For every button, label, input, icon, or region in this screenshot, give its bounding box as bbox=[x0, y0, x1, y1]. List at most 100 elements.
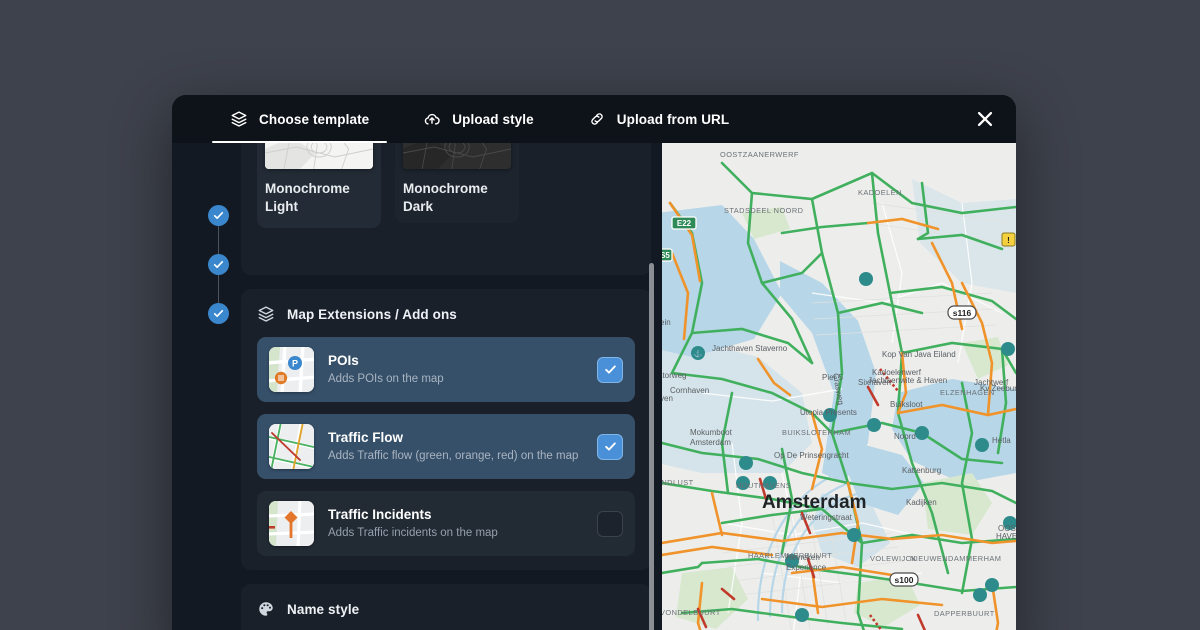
shield-s5: S5 bbox=[662, 248, 673, 262]
template-name: Monochrome Dark bbox=[403, 181, 488, 215]
traffic-flow-preview-icon bbox=[269, 424, 314, 469]
check-icon bbox=[213, 211, 223, 220]
shield-s116: s116 bbox=[947, 305, 977, 320]
tab-label: Choose template bbox=[259, 111, 370, 127]
template-thumbnail: Amsterdam bbox=[265, 143, 373, 169]
svg-text:ven: ven bbox=[662, 394, 673, 403]
svg-text:Kattenburg: Kattenburg bbox=[902, 466, 941, 475]
svg-text:P: P bbox=[292, 359, 298, 369]
screen-root: Choose template Upload style Upload from… bbox=[0, 0, 1200, 630]
map-preview-light-icon bbox=[265, 143, 373, 169]
svg-text:Mokumboot: Mokumboot bbox=[690, 428, 733, 437]
svg-text:Noord: Noord bbox=[894, 432, 916, 441]
cloud-upload-icon bbox=[423, 110, 441, 128]
step-2-complete[interactable] bbox=[207, 254, 229, 275]
template-card-monochrome-light[interactable]: Amsterdam Monochrome Light bbox=[257, 143, 381, 229]
addon-description: Adds POIs on the map bbox=[328, 372, 444, 385]
addon-text: Traffic Flow Adds Traffic flow (green, o… bbox=[328, 430, 583, 464]
svg-text:HAVE: HAVE bbox=[996, 532, 1016, 541]
name-style-card: Name style bbox=[241, 584, 651, 630]
tab-upload-style[interactable]: Upload style bbox=[421, 95, 535, 143]
step-connector bbox=[217, 226, 219, 254]
shield-e22: E22 bbox=[671, 216, 697, 230]
addon-checkbox-traffic-flow[interactable] bbox=[597, 433, 623, 460]
layers-icon bbox=[257, 305, 275, 323]
svg-text:Cornhaven: Cornhaven bbox=[670, 386, 709, 395]
svg-text:DAPPERBUURT: DAPPERBUURT bbox=[934, 609, 995, 618]
section-title: Map Extensions / Add ons bbox=[287, 306, 457, 322]
progress-stepper bbox=[196, 143, 240, 630]
city-label: Amsterdam bbox=[762, 492, 867, 513]
addon-checkbox-pois[interactable] bbox=[597, 356, 623, 383]
addon-row-pois[interactable]: P POIs Adds POIs on the map bbox=[257, 337, 635, 402]
svg-text:Utopia Presents: Utopia Presents bbox=[800, 408, 857, 417]
svg-text:Kop Van Java Eiland: Kop Van Java Eiland bbox=[882, 350, 956, 359]
addon-text: POIs Adds POIs on the map bbox=[328, 353, 583, 387]
traffic-incidents-preview-icon bbox=[269, 501, 314, 546]
svg-text:Buiksloot: Buiksloot bbox=[890, 400, 923, 409]
map-render: ⚓ E22 S5 s116 s100 ! OOSTZAANERWERF KADO… bbox=[662, 143, 1016, 630]
svg-text:Weteringstraat: Weteringstraat bbox=[800, 513, 853, 522]
traffic-flow-thumb-icon bbox=[269, 424, 314, 469]
svg-text:BUIKSLOTERHAM: BUIKSLOTERHAM bbox=[782, 428, 851, 437]
svg-text:VONDELBUURT: VONDELBUURT bbox=[662, 608, 721, 617]
map-extensions-header: Map Extensions / Add ons bbox=[257, 305, 635, 323]
svg-text:VOLEWIJCK: VOLEWIJCK bbox=[870, 554, 917, 563]
svg-text:HOUTHAVENS: HOUTHAVENS bbox=[736, 481, 791, 490]
shield-warning: ! bbox=[1001, 232, 1016, 247]
svg-text:Kadijken: Kadijken bbox=[906, 498, 937, 507]
svg-text:OOSTZAANERWERF: OOSTZAANERWERF bbox=[720, 150, 799, 159]
template-list: Amsterdam Monochrome Light bbox=[257, 143, 635, 229]
addon-checkbox-traffic-incidents[interactable] bbox=[597, 510, 623, 537]
svg-text:Jachtwerf: Jachtwerf bbox=[974, 378, 1009, 387]
map-extensions-card: Map Extensions / Add ons P POIs Adds POI… bbox=[241, 289, 651, 570]
check-icon bbox=[604, 442, 616, 451]
poi-thumb-icon: P bbox=[269, 347, 314, 392]
modal-tabbar: Choose template Upload style Upload from… bbox=[172, 95, 1016, 143]
close-button[interactable] bbox=[972, 106, 998, 132]
svg-text:Jachthaven Staverno: Jachthaven Staverno bbox=[712, 344, 788, 353]
settings-scroll-content: Amsterdam Monochrome Light bbox=[241, 143, 651, 630]
map-preview-dark-icon bbox=[403, 143, 511, 169]
step-connector bbox=[217, 275, 219, 303]
svg-text:s116: s116 bbox=[953, 308, 972, 318]
step-3-complete[interactable] bbox=[207, 303, 229, 324]
svg-text:STADSDEEL NOORD: STADSDEEL NOORD bbox=[724, 206, 803, 215]
panel-scrollbar[interactable] bbox=[649, 263, 654, 630]
layers-icon bbox=[230, 110, 248, 128]
svg-text:Amsterdam: Amsterdam bbox=[690, 438, 731, 447]
svg-text:S5: S5 bbox=[662, 251, 670, 260]
addon-description: Adds Traffic incidents on the map bbox=[328, 526, 498, 539]
modal-body: Amsterdam Monochrome Light bbox=[172, 143, 1016, 630]
close-icon bbox=[977, 111, 993, 127]
svg-text:KADOELEN: KADOELEN bbox=[858, 188, 902, 197]
svg-text:Experience: Experience bbox=[786, 563, 827, 572]
svg-text:Hetla: Hetla bbox=[992, 436, 1011, 445]
addon-title: Traffic Incidents bbox=[328, 506, 432, 522]
check-icon bbox=[213, 309, 223, 318]
tab-upload-from-url[interactable]: Upload from URL bbox=[586, 95, 732, 143]
svg-text:Op De Prinsengracht: Op De Prinsengracht bbox=[774, 451, 849, 460]
addon-row-traffic-flow[interactable]: Traffic Flow Adds Traffic flow (green, o… bbox=[257, 414, 635, 479]
svg-text:s100: s100 bbox=[895, 575, 914, 585]
name-style-header: Name style bbox=[257, 600, 635, 618]
addon-description: Adds Traffic flow (green, orange, red) o… bbox=[328, 449, 579, 462]
poi-preview-icon: P bbox=[269, 347, 314, 392]
svg-text:NIEUWENDAMMERHAM: NIEUWENDAMMERHAM bbox=[910, 554, 1001, 563]
addon-row-traffic-incidents[interactable]: Traffic Incidents Adds Traffic incidents… bbox=[257, 491, 635, 556]
svg-text:⚓: ⚓ bbox=[694, 349, 703, 358]
addon-title: POIs bbox=[328, 352, 359, 368]
svg-text:Jachtsenwite & Haven: Jachtsenwite & Haven bbox=[868, 376, 947, 385]
svg-text:Heineken: Heineken bbox=[786, 553, 820, 562]
map-preview[interactable]: ⚓ E22 S5 s116 s100 ! OOSTZAANERWERF KADO… bbox=[662, 143, 1016, 630]
template-card-monochrome-dark[interactable]: Amsterdam Monochrome Dark bbox=[395, 143, 519, 223]
template-gallery-card: Amsterdam Monochrome Light bbox=[241, 143, 651, 275]
step-1-complete[interactable] bbox=[207, 205, 229, 226]
template-thumbnail: Amsterdam bbox=[403, 143, 511, 169]
template-name: Monochrome Light bbox=[265, 181, 350, 215]
svg-text:atorweg: atorweg bbox=[662, 371, 686, 380]
map-canvas[interactable]: ⚓ E22 S5 s116 s100 ! OOSTZAANERWERF KADO… bbox=[662, 143, 1016, 630]
tab-choose-template[interactable]: Choose template bbox=[211, 95, 388, 143]
svg-text:ein: ein bbox=[662, 318, 671, 327]
addon-text: Traffic Incidents Adds Traffic incidents… bbox=[328, 507, 583, 541]
